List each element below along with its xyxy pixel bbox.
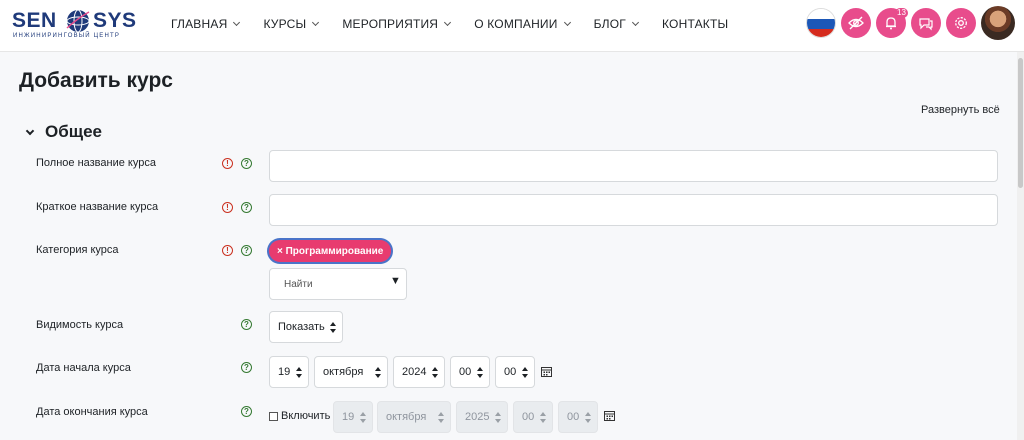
fullname-input[interactable] [269,150,998,182]
site-logo[interactable]: SEN SYS ИНЖИНИРИНГОВЫЙ ЦЕНТР [12,6,142,46]
visibility-label: Видимость курса [36,319,124,331]
category-selected-tag[interactable]: × Программирование [269,240,392,262]
select-arrows-icon [375,367,381,379]
end-day-select: 19 [333,401,373,433]
select-arrows-icon [330,322,336,334]
select-arrows-icon [438,412,444,424]
end-minute-select: 00 [558,401,598,433]
caret-down-icon[interactable]: ▼ [390,275,401,287]
visibility-select[interactable]: Показать [269,311,343,343]
help-icon[interactable]: ? [241,319,252,330]
user-avatar[interactable] [981,6,1015,40]
required-icon: ! [222,158,233,169]
chevron-down-icon [233,18,241,27]
nav-item-contacts[interactable]: КОНТАКТЫ [662,17,728,31]
help-icon[interactable]: ? [241,245,252,256]
end-date-enable-checkbox[interactable] [269,412,278,421]
end-year-select: 2025 [456,401,508,433]
help-icon[interactable]: ? [241,362,252,373]
main-nav: ГЛАВНАЯ КУРСЫ МЕРОПРИЯТИЯ О КОМПАНИИ БЛО… [171,0,752,48]
section-collapse-chevron-icon[interactable] [25,126,35,136]
end-date-label: Дата окончания курса [36,406,148,418]
category-search-input[interactable]: Найти [269,268,407,300]
required-icon: ! [222,245,233,256]
start-date-label: Дата начала курса [36,362,131,374]
select-arrows-icon [360,412,366,424]
select-arrows-icon [540,412,546,424]
eye-slash-icon[interactable] [841,8,871,38]
start-minute-select[interactable]: 00 [495,356,535,388]
select-arrows-icon [585,412,591,424]
chevron-down-icon [312,18,320,27]
end-date-enable-label[interactable]: Включить [281,410,330,422]
nav-item-home[interactable]: ГЛАВНАЯ [171,17,241,31]
globe-icon [66,9,90,33]
end-hour-select: 00 [513,401,553,433]
help-icon[interactable]: ? [241,406,252,417]
start-hour-select[interactable]: 00 [450,356,490,388]
fullname-label: Полное название курса [36,157,156,169]
shortname-input[interactable] [269,194,998,226]
language-flag-button[interactable] [806,8,836,38]
calendar-icon[interactable] [541,366,552,377]
select-arrows-icon [432,367,438,379]
shortname-label: Краткое название курса [36,201,159,213]
required-icon: ! [222,202,233,213]
logo-text-right: SYS [93,9,137,32]
page-title: Добавить курс [19,69,173,92]
help-icon[interactable]: ? [241,158,252,169]
start-year-select[interactable]: 2024 [393,356,445,388]
logo-text-left: SEN [12,9,57,32]
end-month-select: октября [377,401,451,433]
nav-item-about[interactable]: О КОМПАНИИ [474,17,571,31]
gear-icon[interactable] [946,8,976,38]
expand-all-link[interactable]: Развернуть всё [921,104,1000,116]
chat-icon[interactable] [911,8,941,38]
nav-item-events[interactable]: МЕРОПРИЯТИЯ [342,17,452,31]
logo-tagline: ИНЖИНИРИНГОВЫЙ ЦЕНТР [13,33,121,39]
scrollbar-thumb[interactable] [1018,58,1023,188]
notification-count-badge: 13 [895,8,908,18]
select-arrows-icon [522,367,528,379]
category-label: Категория курса [36,244,119,256]
top-navbar: SEN SYS ИНЖИНИРИНГОВЫЙ ЦЕНТР ГЛАВНАЯ КУР… [0,0,1024,52]
select-arrows-icon [477,367,483,379]
nav-item-courses[interactable]: КУРСЫ [263,17,320,31]
section-title-general[interactable]: Общее [45,122,102,142]
chevron-down-icon [563,18,571,27]
chevron-down-icon [444,18,452,27]
help-icon[interactable]: ? [241,202,252,213]
chevron-down-icon [631,18,640,27]
select-arrows-icon [296,367,302,379]
start-month-select[interactable]: октября [314,356,388,388]
start-day-select[interactable]: 19 [269,356,309,388]
calendar-icon[interactable] [604,410,615,421]
select-arrows-icon [495,412,501,424]
nav-item-blog[interactable]: БЛОГ [594,17,640,31]
